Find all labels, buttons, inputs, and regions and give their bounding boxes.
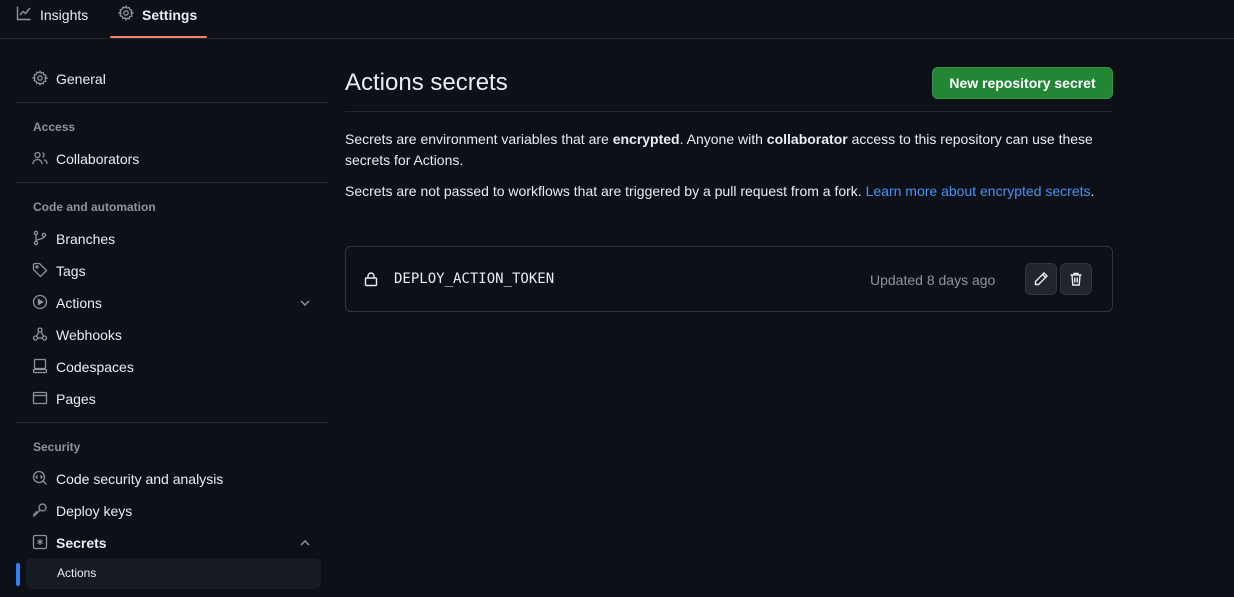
sidebar-item-label: Collaborators xyxy=(56,151,140,167)
sidebar-heading-code-automation: Code and automation xyxy=(33,200,156,214)
learn-more-link[interactable]: Learn more about encrypted secrets xyxy=(866,183,1091,199)
edit-secret-button[interactable] xyxy=(1025,263,1057,295)
gear-icon xyxy=(117,4,135,24)
text: Secrets are not passed to workflows that… xyxy=(345,183,866,199)
secret-row: DEPLOY_ACTION_TOKEN Updated 8 days ago xyxy=(345,246,1113,312)
graph-icon xyxy=(16,5,32,24)
sidebar-item-label: Branches xyxy=(56,231,116,247)
sidebar-item-label: Tags xyxy=(56,263,86,279)
sidebar-item-actions[interactable]: Actions xyxy=(32,289,102,317)
codespaces-icon xyxy=(32,358,48,377)
play-circle-icon xyxy=(32,294,48,313)
tab-settings[interactable]: Settings xyxy=(117,0,198,34)
sidebar-item-tags[interactable]: Tags xyxy=(32,257,86,285)
sidebar-subitem-label: Actions xyxy=(57,566,97,580)
codescan-icon xyxy=(32,470,48,489)
sidebar-divider xyxy=(16,422,328,423)
tab-insights-label: Insights xyxy=(40,6,89,23)
secret-updated: Updated 8 days ago xyxy=(870,272,996,288)
sidebar-item-label: Codespaces xyxy=(56,359,134,375)
active-indicator xyxy=(16,563,20,586)
sidebar-item-label: Deploy keys xyxy=(56,503,133,519)
lock-icon xyxy=(364,272,378,287)
page-title: Actions secrets xyxy=(345,69,508,96)
secret-name: DEPLOY_ACTION_TOKEN xyxy=(394,271,555,287)
sidebar-item-label: Webhooks xyxy=(56,327,122,343)
title-divider xyxy=(345,111,1113,112)
sidebar-divider xyxy=(16,182,328,183)
description-paragraph: Secrets are environment variables that a… xyxy=(345,129,1095,171)
sidebar-item-collaborators[interactable]: Collaborators xyxy=(32,145,139,173)
branch-icon xyxy=(32,230,48,249)
text-bold: collaborator xyxy=(766,131,848,147)
sidebar-item-codespaces[interactable]: Codespaces xyxy=(32,353,134,381)
sidebar-item-label: Pages xyxy=(56,391,96,407)
sidebar-item-label: Secrets xyxy=(56,535,107,551)
text: . xyxy=(1090,183,1095,199)
browser-icon xyxy=(32,390,48,409)
text: Secrets are environment variables that a… xyxy=(345,131,613,147)
text: . Anyone with xyxy=(679,131,767,147)
key-icon xyxy=(32,502,48,521)
chevron-up-icon[interactable] xyxy=(297,535,313,551)
sidebar-heading-access: Access xyxy=(33,120,76,134)
tab-insights[interactable]: Insights xyxy=(16,0,88,34)
gear-icon xyxy=(31,69,49,89)
sidebar-item-deploy-keys[interactable]: Deploy keys xyxy=(32,497,132,525)
delete-secret-button[interactable] xyxy=(1060,263,1092,295)
sidebar-item-code-security[interactable]: Code security and analysis xyxy=(32,465,223,493)
sidebar-item-branches[interactable]: Branches xyxy=(32,225,115,253)
sidebar-item-label: Actions xyxy=(56,295,102,311)
sidebar-item-pages[interactable]: Pages xyxy=(32,385,96,413)
chevron-down-icon[interactable] xyxy=(297,295,313,311)
sidebar-item-secrets[interactable]: Secrets xyxy=(32,529,107,557)
sidebar-heading-security: Security xyxy=(33,440,81,454)
webhook-icon xyxy=(32,326,48,345)
pencil-icon xyxy=(1034,272,1048,286)
settings-sidebar: General Access Collaborators Code and au… xyxy=(16,39,328,597)
sidebar-divider xyxy=(16,102,328,103)
text-bold: encrypted xyxy=(612,131,680,147)
people-icon xyxy=(32,150,48,169)
trash-icon xyxy=(1070,272,1082,286)
new-repository-secret-button[interactable]: New repository secret xyxy=(932,67,1113,99)
key-asterisk-icon xyxy=(32,534,48,553)
selected-tab-underline xyxy=(110,36,207,38)
sidebar-item-label: General xyxy=(56,71,106,87)
sidebar-item-webhooks[interactable]: Webhooks xyxy=(32,321,122,349)
sidebar-item-general[interactable]: General xyxy=(31,65,106,93)
sidebar-item-label: Code security and analysis xyxy=(56,471,224,487)
tag-icon xyxy=(32,262,48,281)
repo-nav: Insights Settings xyxy=(0,0,1234,39)
fork-note-paragraph: Secrets are not passed to workflows that… xyxy=(345,181,1095,202)
tab-settings-label: Settings xyxy=(142,6,198,23)
